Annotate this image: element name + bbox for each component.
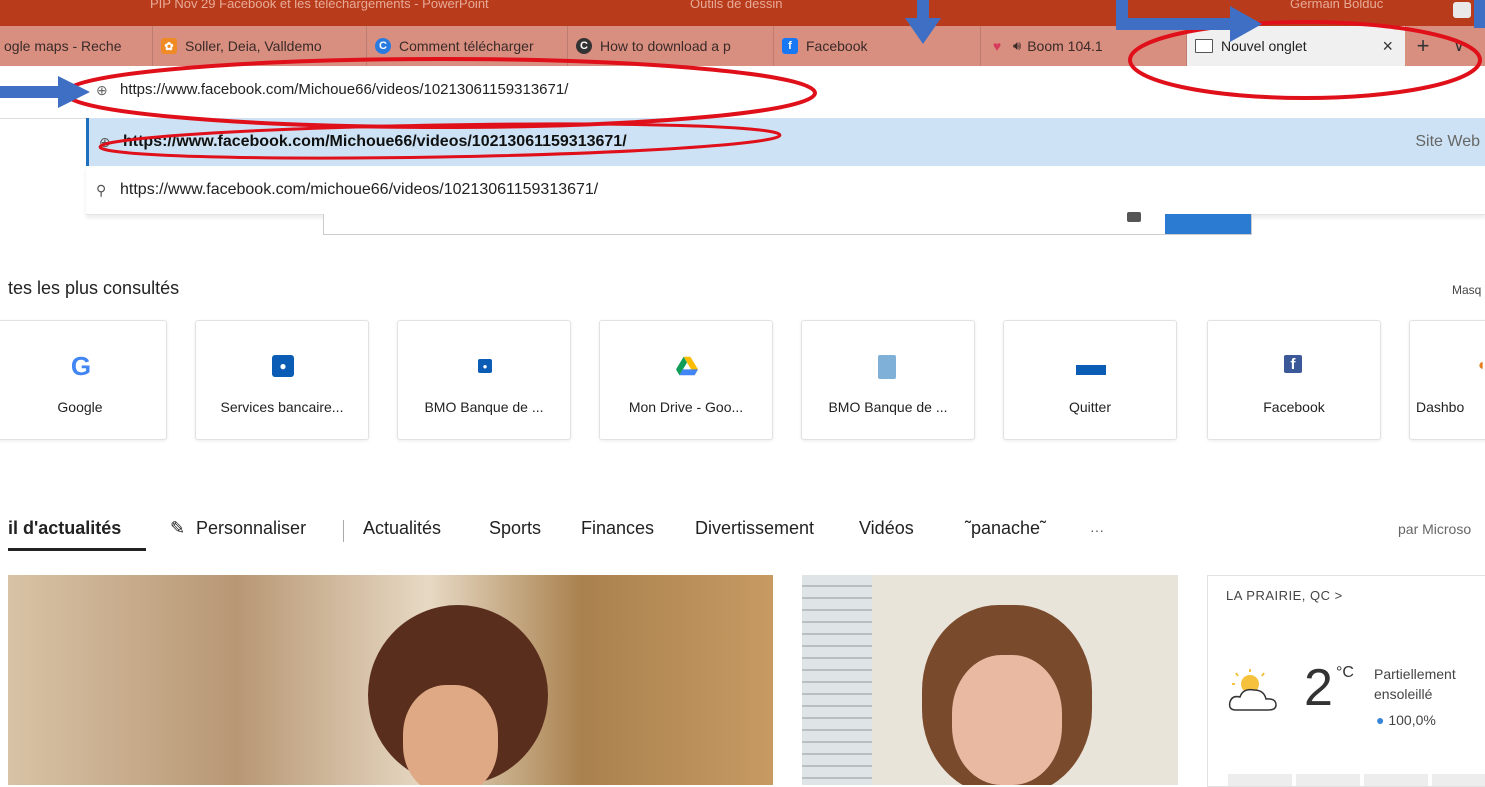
address-bar: ⌂ ⊕ https://www.facebook.com/Michoue66/v… (0, 66, 1485, 119)
temperature-unit: °C (1336, 664, 1354, 681)
globe-icon: ⊕ (99, 133, 111, 150)
photo-shape (952, 655, 1062, 785)
news-category[interactable]: Actualités (363, 518, 441, 539)
top-site-tile[interactable]: ● BMO Banque de ... (397, 320, 571, 440)
news-feed-tab[interactable]: il d'actualités (8, 518, 121, 539)
news-card-image[interactable] (802, 575, 1178, 785)
top-site-tile[interactable]: BMO Banque de ... (801, 320, 975, 440)
news-category[interactable]: Finances (581, 518, 654, 539)
heart-icon: ♥ (992, 38, 1002, 54)
customize-link[interactable]: Personnaliser (196, 518, 306, 539)
tab-label: Comment télécharger (399, 38, 534, 54)
divider (343, 520, 344, 542)
more-icon[interactable]: ··· (1090, 522, 1104, 538)
tile-label: Quitter (1068, 399, 1111, 415)
droplet-icon: ● (1376, 712, 1385, 728)
tile-label: BMO Banque de ... (424, 399, 544, 415)
context-tab[interactable]: Outils de dessin (690, 0, 783, 11)
user-name: Germain Bolduc (1290, 0, 1384, 11)
tab-label: Nouvel onglet (1221, 38, 1307, 54)
tab-google-maps[interactable]: ogle maps - Reche (0, 26, 153, 66)
chevron-down-icon[interactable]: ∨ (1444, 26, 1474, 66)
tab-comment-telecharger[interactable]: C Comment télécharger (367, 26, 568, 66)
news-category[interactable]: Sports (489, 518, 541, 539)
photo-shape (802, 575, 872, 785)
new-tab-icon (1195, 39, 1213, 53)
address-input[interactable]: https://www.facebook.com/Michoue66/video… (120, 81, 568, 98)
bmo-icon: ● (272, 355, 294, 377)
forecast-strip (1228, 774, 1485, 786)
tile-label: Google (57, 399, 103, 415)
news-card-image[interactable] (8, 575, 773, 785)
close-tab-icon[interactable]: × (1382, 36, 1393, 57)
powered-by: par Microso (1398, 521, 1472, 537)
tile-label: Facebook (1263, 399, 1325, 415)
tab-how-to-download[interactable]: C How to download a p (568, 26, 774, 66)
tab-favicon-icon: ✿ (161, 38, 177, 54)
google-drive-icon (676, 355, 698, 377)
active-tab-underline (8, 548, 146, 551)
document-icon (878, 355, 896, 379)
photo-shape (403, 685, 498, 785)
tab-label: Soller, Deia, Valldemo (185, 38, 322, 54)
weather-card[interactable]: LA PRAIRIE, QC > 2 °C Partiellement enso… (1207, 575, 1485, 787)
suggestion-text: https://www.facebook.com/Michoue66/video… (123, 133, 627, 150)
web-search-box[interactable] (323, 212, 1252, 235)
news-nav: il d'actualités ✎ Personnaliser Actualit… (0, 518, 1485, 554)
facebook-icon: f (1284, 355, 1302, 373)
suggestion-site[interactable]: ⊕ https://www.facebook.com/Michoue66/vid… (86, 118, 1485, 166)
top-sites-title: tes les plus consultés (8, 278, 180, 298)
top-site-tile[interactable]: ● Services bancaire... (195, 320, 369, 440)
tab-new-tab[interactable]: Nouvel onglet × (1187, 26, 1405, 66)
tab-label: Facebook (806, 38, 868, 54)
humidity: ● 100,0% (1376, 712, 1436, 728)
home-icon[interactable]: ⌂ (30, 80, 41, 101)
temperature: 2 (1304, 659, 1333, 717)
top-site-tile[interactable]: Mon Drive - Goo... (599, 320, 773, 440)
hide-top-sites-link[interactable]: Masq (1452, 283, 1481, 297)
bmo-icon: ● (478, 359, 492, 373)
tab-favicon-icon: C (375, 38, 391, 54)
add-tab-icon[interactable]: + (1408, 26, 1438, 66)
partly-sunny-icon (1228, 669, 1277, 711)
tab-boom[interactable]: ♥ 🔊︎ Boom 104.1 (981, 26, 1187, 66)
top-site-tile[interactable]: f Facebook (1207, 320, 1381, 440)
bmo-logo-icon (1076, 365, 1106, 375)
window-button[interactable] (1453, 2, 1471, 18)
news-category[interactable]: ˜panache˜ (965, 518, 1046, 539)
tile-label: BMO Banque de ... (828, 399, 948, 415)
news-category[interactable]: Vidéos (859, 518, 914, 539)
top-site-tile[interactable]: G Google (0, 320, 167, 440)
tab-label: Boom 104.1 (1027, 38, 1103, 54)
tab-label: ogle maps - Reche (4, 38, 122, 54)
audio-playing-icon[interactable]: 🔊︎ (1013, 38, 1021, 54)
suggestion-search[interactable]: ⚲ https://www.facebook.com/michoue66/vid… (86, 166, 1485, 215)
google-icon: G (70, 350, 92, 381)
top-site-tile[interactable]: ◖ Dashbo (1409, 320, 1485, 440)
tab-soller[interactable]: ✿ Soller, Deia, Valldemo (153, 26, 367, 66)
tab-facebook[interactable]: f Facebook (774, 26, 981, 66)
pencil-icon: ✎ (170, 518, 186, 538)
tile-label: Mon Drive - Goo... (628, 399, 744, 415)
tile-label: Services bancaire... (220, 399, 344, 415)
tile-label: Dashbo (1416, 399, 1465, 415)
microphone-icon[interactable] (1127, 212, 1141, 222)
globe-icon: ⊕ (96, 82, 108, 98)
tab-label: How to download a p (600, 38, 731, 54)
dashboard-icon: ◖ (1476, 357, 1485, 374)
tab-favicon-icon: C (576, 38, 592, 54)
top-site-tile[interactable]: Quitter (1003, 320, 1177, 440)
weather-condition: Partiellement ensoleillé (1374, 666, 1456, 702)
tab-strip: ogle maps - Reche ✿ Soller, Deia, Vallde… (0, 26, 1485, 66)
search-icon: ⚲ (96, 181, 107, 198)
facebook-icon: f (782, 38, 798, 54)
weather-location[interactable]: LA PRAIRIE, QC > (1226, 588, 1343, 603)
window-title-bar: PIP Nov 29 Facebook et les téléchargemen… (0, 0, 1485, 26)
search-button[interactable] (1165, 214, 1251, 234)
document-title: PIP Nov 29 Facebook et les téléchargemen… (150, 0, 489, 11)
suggestion-text: https://www.facebook.com/michoue66/video… (120, 181, 599, 198)
news-category[interactable]: Divertissement (695, 518, 814, 539)
suggestion-type: Site Web (1415, 133, 1480, 150)
